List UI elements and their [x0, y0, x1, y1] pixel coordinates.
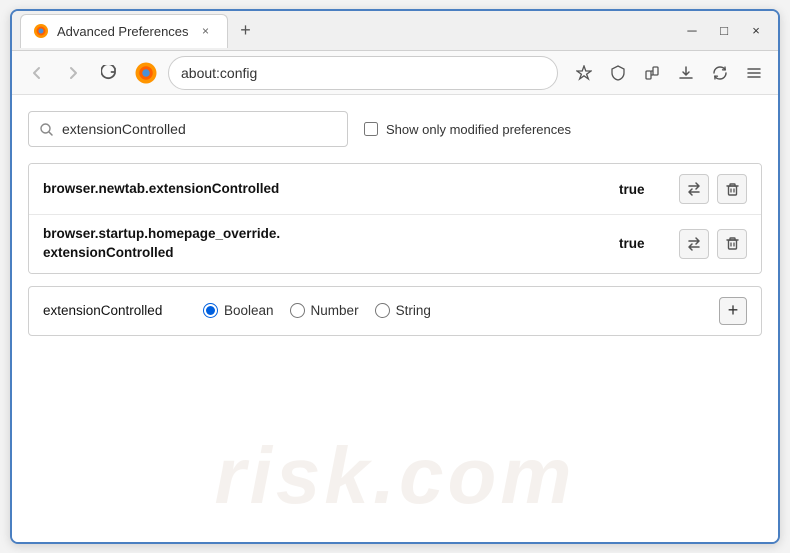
maximize-button[interactable]: □ — [710, 17, 738, 45]
menu-button[interactable] — [740, 59, 768, 87]
window-controls: ─ □ × — [678, 17, 770, 45]
radio-string-input[interactable] — [375, 303, 390, 318]
content-area: Show only modified preferences browser.n… — [12, 95, 778, 542]
watermark: risk.com — [214, 430, 575, 522]
search-icon — [39, 122, 54, 137]
address-bar[interactable]: about:config — [168, 56, 558, 90]
address-text: about:config — [181, 65, 257, 81]
back-icon — [30, 66, 44, 80]
table-row: browser.newtab.extensionControlled true — [29, 164, 761, 215]
radio-group: Boolean Number String — [203, 303, 431, 318]
shield-button[interactable] — [604, 59, 632, 87]
radio-number-label: Number — [311, 303, 359, 318]
trash-icon-1 — [725, 182, 740, 197]
preference-search-container[interactable] — [28, 111, 348, 147]
show-modified-container: Show only modified preferences — [364, 122, 571, 137]
pref-value-2: true — [619, 236, 659, 251]
swap-icon-2 — [686, 236, 702, 252]
forward-icon — [66, 66, 80, 80]
pref-name-1: browser.newtab.extensionControlled — [43, 180, 609, 199]
radio-boolean-label: Boolean — [224, 303, 274, 318]
search-input[interactable] — [62, 121, 337, 137]
new-tab-button[interactable]: + — [232, 17, 260, 45]
browser-window: Advanced Preferences × + ─ □ × — [10, 9, 780, 544]
back-button[interactable] — [22, 58, 52, 88]
table-row: browser.startup.homepage_override.extens… — [29, 215, 761, 273]
menu-icon — [746, 65, 762, 81]
toggle-button-1[interactable] — [679, 174, 709, 204]
radio-string[interactable]: String — [375, 303, 431, 318]
prefs-table: browser.newtab.extensionControlled true — [28, 163, 762, 274]
nav-bar: about:config — [12, 51, 778, 95]
pref-actions-1 — [679, 174, 747, 204]
trash-icon-2 — [725, 236, 740, 251]
radio-string-label: String — [396, 303, 431, 318]
extension-icon — [644, 65, 660, 81]
pref-actions-2 — [679, 229, 747, 259]
sync-button[interactable] — [706, 59, 734, 87]
radio-number[interactable]: Number — [290, 303, 359, 318]
tab-close-button[interactable]: × — [197, 22, 215, 40]
show-modified-label: Show only modified preferences — [386, 122, 571, 137]
delete-button-1[interactable] — [717, 174, 747, 204]
reload-button[interactable] — [94, 58, 124, 88]
star-icon — [576, 65, 592, 81]
toggle-button-2[interactable] — [679, 229, 709, 259]
new-pref-row: extensionControlled Boolean Number Strin… — [28, 286, 762, 336]
download-icon — [678, 65, 694, 81]
add-pref-button[interactable]: + — [719, 297, 747, 325]
reload-icon — [101, 65, 117, 81]
shield-icon — [610, 65, 626, 81]
nav-icons — [570, 59, 768, 87]
sync-icon — [712, 65, 728, 81]
extension-button[interactable] — [638, 59, 666, 87]
download-button[interactable] — [672, 59, 700, 87]
radio-number-input[interactable] — [290, 303, 305, 318]
swap-icon-1 — [686, 181, 702, 197]
bookmark-button[interactable] — [570, 59, 598, 87]
pref-name-2: browser.startup.homepage_override.extens… — [43, 225, 609, 263]
close-button[interactable]: × — [742, 17, 770, 45]
radio-boolean[interactable]: Boolean — [203, 303, 274, 318]
minimize-button[interactable]: ─ — [678, 17, 706, 45]
new-pref-name: extensionControlled — [43, 303, 183, 318]
firefox-logo — [134, 61, 158, 85]
forward-button[interactable] — [58, 58, 88, 88]
radio-boolean-input[interactable] — [203, 303, 218, 318]
delete-button-2[interactable] — [717, 229, 747, 259]
title-bar: Advanced Preferences × + ─ □ × — [12, 11, 778, 51]
tab-favicon — [33, 23, 49, 39]
pref-value-1: true — [619, 182, 659, 197]
search-bar-row: Show only modified preferences — [28, 111, 762, 147]
browser-tab[interactable]: Advanced Preferences × — [20, 14, 228, 48]
show-modified-checkbox[interactable] — [364, 122, 378, 136]
tab-title: Advanced Preferences — [57, 24, 189, 39]
